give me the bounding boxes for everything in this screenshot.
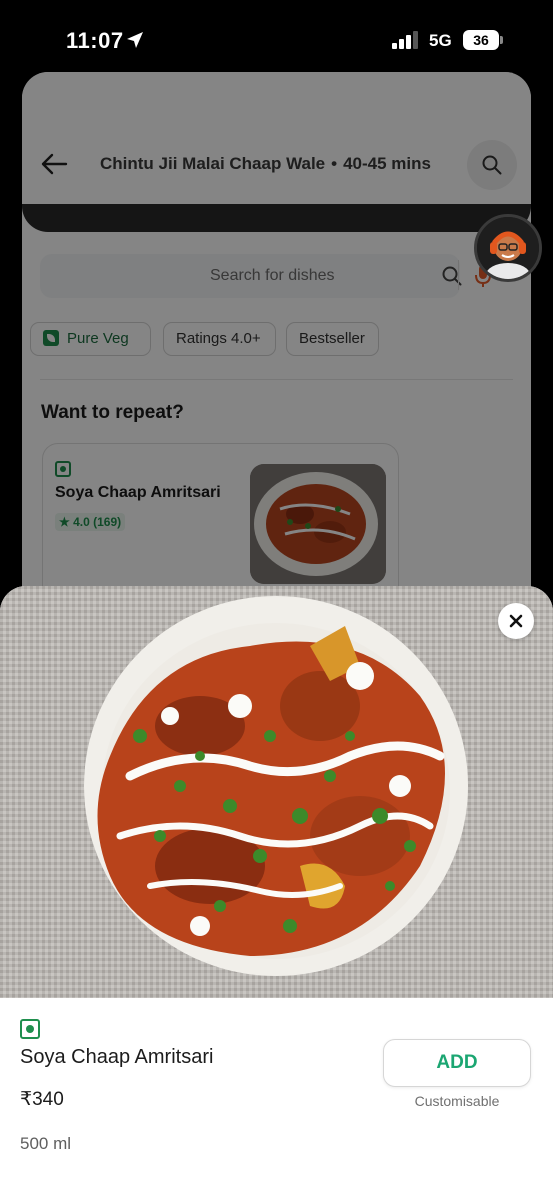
status-time: 11:07 xyxy=(66,28,124,53)
network-label: 5G xyxy=(429,31,452,50)
add-button[interactable]: ADD xyxy=(383,1039,531,1087)
dish-detail-sheet: Soya Chaap Amritsari ₹340 500 ml ADD Cus… xyxy=(0,586,553,1200)
dish-image xyxy=(0,586,553,998)
dish-price: ₹340 xyxy=(20,1089,64,1110)
avatar[interactable] xyxy=(474,214,542,282)
battery-tip xyxy=(500,36,503,44)
dish-name: Soya Chaap Amritsari xyxy=(20,1046,214,1068)
dish-quantity: 500 ml xyxy=(20,1134,72,1153)
customisable-label: Customisable xyxy=(414,1093,500,1109)
signal-icon xyxy=(392,31,418,49)
battery-indicator: 36 xyxy=(463,30,499,50)
close-button[interactable] xyxy=(498,603,534,639)
dish-photo-graphic xyxy=(0,586,553,998)
avatar-graphic xyxy=(477,217,539,279)
status-bar: 11:07 5G 36 xyxy=(0,0,553,72)
location-arrow-icon xyxy=(127,32,143,48)
close-icon xyxy=(509,614,523,628)
veg-icon xyxy=(20,1019,40,1039)
